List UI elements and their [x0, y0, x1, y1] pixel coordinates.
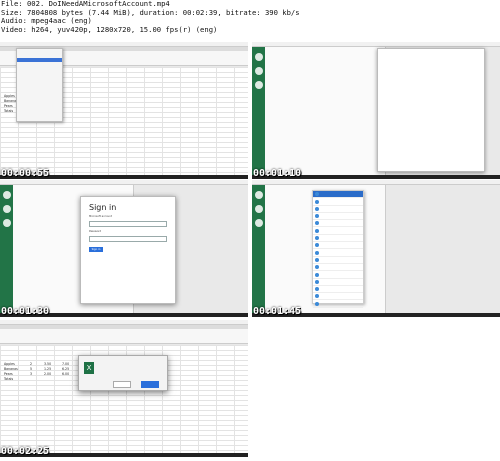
cell-label: Apples	[4, 94, 15, 98]
app-sidebar	[252, 185, 265, 313]
video-line: Video: h264, yuv420p, 1280x720, 15.00 fp…	[1, 24, 218, 34]
timestamp: 00:01:30	[1, 306, 50, 317]
blank-window	[377, 48, 485, 172]
timestamp: 00:01:10	[253, 168, 302, 179]
cell-value: 6.25	[62, 367, 70, 371]
list-item[interactable]	[313, 213, 363, 221]
cell-label: Pears	[4, 372, 13, 376]
email-field[interactable]	[89, 221, 167, 227]
list-item[interactable]	[313, 257, 363, 264]
list-item[interactable]	[313, 271, 363, 279]
cell-label: Apples	[4, 362, 15, 366]
list-item[interactable]	[313, 279, 363, 286]
cell-label: Pears	[4, 104, 13, 108]
list-item[interactable]	[313, 242, 363, 250]
cell-value: 3	[30, 372, 33, 376]
cell-value: 7.00	[62, 362, 70, 366]
file-menu-dropdown[interactable]	[16, 48, 63, 122]
list-item-selected[interactable]	[313, 191, 363, 199]
menu-item[interactable]	[17, 79, 62, 83]
cell-value: 3.50	[44, 362, 52, 366]
cell-label: Totals	[4, 109, 14, 113]
list-item[interactable]	[313, 286, 363, 294]
thumbnail-4: 00:01:45	[252, 180, 500, 317]
cell-value: 1.25	[44, 367, 52, 371]
cancel-button[interactable]	[113, 381, 131, 388]
ribbon	[0, 329, 248, 344]
thumbnail-5: Apples Bananas Pears Totals 2 5 3 3.50 1…	[0, 320, 248, 457]
cell-label: Bananas	[4, 367, 18, 371]
sign-in-prompt-dialog: X	[78, 355, 168, 391]
app-sidebar	[0, 185, 13, 313]
list-item[interactable]	[313, 235, 363, 243]
cell-value: 2.00	[44, 372, 52, 376]
cell-value: 2	[30, 362, 33, 366]
service-list[interactable]	[312, 190, 364, 308]
timestamp: 00:02:25	[1, 446, 50, 457]
cell-value: 5	[30, 367, 33, 371]
app-sidebar	[252, 47, 265, 175]
account-label: Microsoft account	[89, 215, 112, 218]
list-item[interactable]	[313, 227, 363, 235]
sign-in-button[interactable]: Sign in	[89, 247, 103, 252]
timestamp: 00:00:55	[1, 168, 50, 179]
timestamp: 00:01:45	[253, 306, 302, 317]
sign-in-title: Sign in	[89, 203, 117, 212]
list-item[interactable]	[313, 249, 363, 257]
list-item[interactable]	[313, 264, 363, 272]
list-item[interactable]	[313, 293, 363, 301]
thumbnail-1: Apples Bananas Pears Totals 00:00:55	[0, 42, 248, 179]
video-info-header: File: 002. DoINeedAMicrosoftAccount.mp4 …	[0, 0, 500, 42]
thumbnail-3: Sign in Microsoft account Password Sign …	[0, 180, 248, 317]
thumbnail-2: 00:01:10	[252, 42, 500, 179]
excel-logo-icon: X	[84, 362, 94, 374]
cell-label: Totals	[4, 377, 14, 381]
list-item[interactable]	[313, 300, 363, 308]
cell-value: 6.00	[62, 372, 70, 376]
confirm-button[interactable]	[141, 381, 159, 388]
sign-in-window: Sign in Microsoft account Password Sign …	[80, 196, 176, 304]
list-item[interactable]	[313, 198, 363, 206]
account-panel	[265, 47, 386, 175]
password-label: Password	[89, 230, 102, 233]
list-item[interactable]	[313, 220, 363, 228]
list-item[interactable]	[313, 206, 363, 213]
password-field[interactable]	[89, 236, 167, 242]
